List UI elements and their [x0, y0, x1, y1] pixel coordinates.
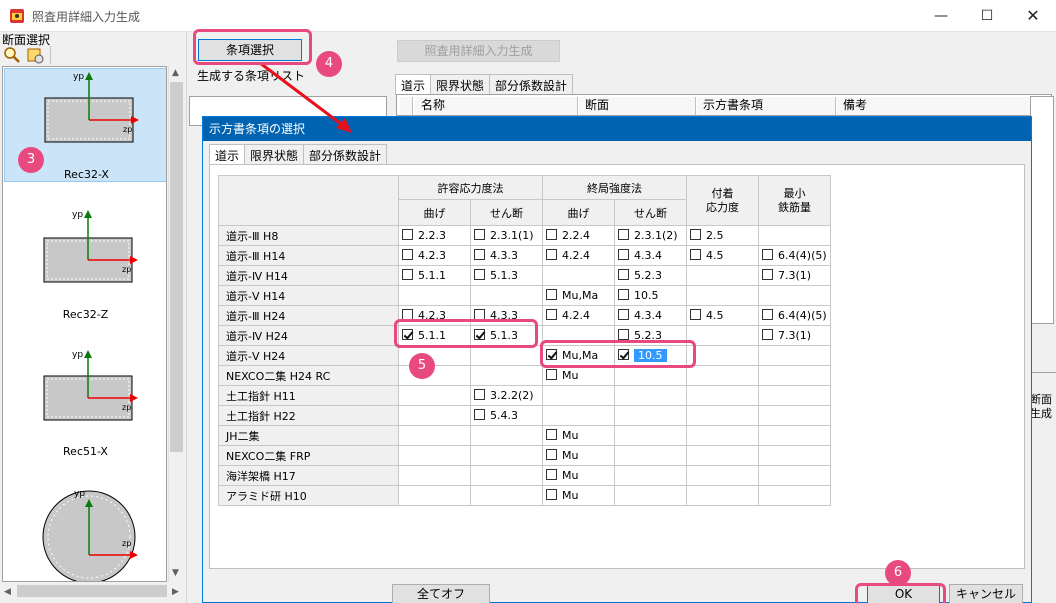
highlight-select-button [193, 29, 312, 65]
highlight-iv-h24 [394, 319, 538, 348]
highlight-ok-button [855, 583, 946, 603]
step-badge-6: 6 [885, 560, 911, 586]
step-badge-4: 4 [316, 51, 342, 77]
step-badge-5: 5 [409, 353, 435, 379]
annotation-arrow [259, 61, 352, 133]
highlight-v-h24 [540, 340, 696, 368]
step-badge-3: 3 [18, 147, 44, 173]
